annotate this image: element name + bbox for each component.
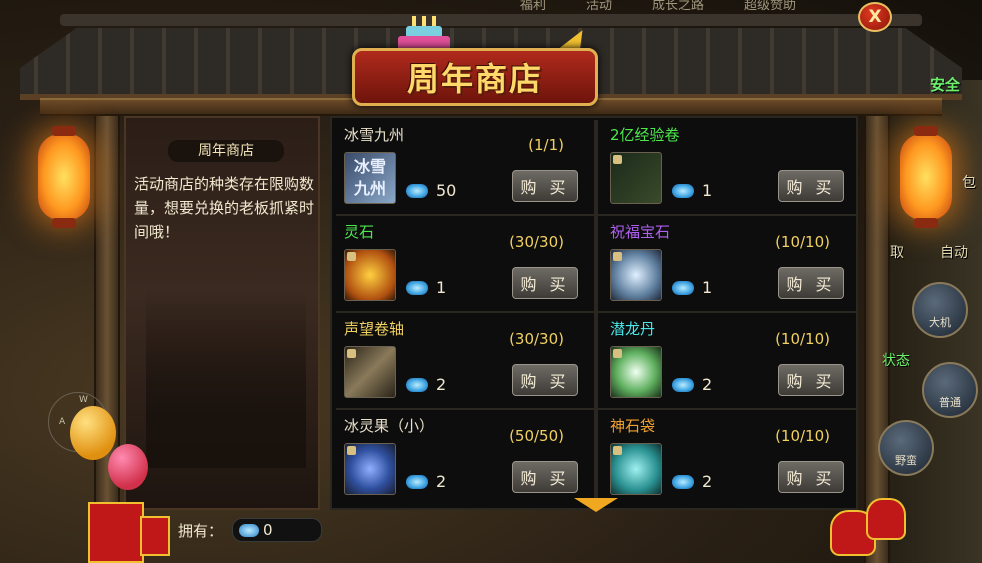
lucky-bag-icon	[866, 498, 906, 540]
hud-label-bag[interactable]: 包	[962, 172, 976, 192]
item-purchase-limit: (30/30)	[509, 330, 564, 348]
shop-item: 祝福宝石 (10/10) 1 购 买	[598, 215, 854, 309]
item-purchase-limit: (10/10)	[775, 233, 830, 251]
ice-snow-kingdom-icon[interactable]: 冰雪 九州	[344, 152, 396, 204]
buy-button[interactable]: 购 买	[512, 170, 578, 202]
lock-icon	[347, 446, 356, 455]
shop-item: 声望卷轴 (30/30) 2 购 买	[332, 312, 588, 406]
right-pillar	[864, 116, 890, 563]
item-name: 冰灵果（小）	[344, 417, 435, 435]
item-purchase-limit: (1/1)	[528, 136, 564, 154]
skill-button[interactable]: 大机	[912, 282, 968, 338]
owned-label: 拥有：	[178, 522, 224, 540]
item-name: 神石袋	[610, 417, 656, 435]
ice-crystal-icon	[672, 281, 694, 295]
item-name: 灵石	[344, 223, 375, 241]
item-price: 2	[436, 472, 447, 491]
item-name: 声望卷轴	[344, 320, 405, 338]
hud-label-status: 状态	[882, 353, 910, 369]
shop-item: 冰灵果（小） (50/50) 2 购 买	[332, 409, 588, 503]
shop-item: 冰雪九州 (1/1) 冰雪 九州 50 购 买	[332, 118, 588, 212]
title-banner: 周年商店	[352, 48, 598, 106]
skill-button[interactable]: 普通	[922, 362, 978, 418]
buy-button[interactable]: 购 买	[512, 364, 578, 396]
item-purchase-limit: (50/50)	[509, 427, 564, 445]
shop-item: 神石袋 (10/10) 2 购 买	[598, 409, 854, 503]
ruins-illustration	[146, 288, 306, 468]
skill-button[interactable]: 野蛮	[878, 420, 934, 476]
owned-currency-box: 0	[232, 518, 322, 542]
shop-item: 潜龙丹 (10/10) 2 购 买	[598, 312, 854, 406]
item-name: 潜龙丹	[610, 320, 656, 338]
ice-crystal-icon	[672, 378, 694, 392]
left-lantern-icon	[38, 126, 90, 228]
item-price: 1	[702, 278, 713, 297]
lock-icon	[613, 349, 622, 358]
shop-item-grid: 冰雪九州 (1/1) 冰雪 九州 50 购 买 2亿经验卷 1 购 买 灵石 (3…	[330, 116, 858, 512]
ice-crystal-icon	[672, 184, 694, 198]
info-panel-title: 周年商店	[168, 140, 284, 162]
balloon-icon	[70, 406, 116, 460]
lock-icon	[347, 349, 356, 358]
lock-icon	[613, 155, 622, 164]
ice-crystal-icon	[239, 524, 259, 537]
buy-button[interactable]: 购 买	[778, 364, 844, 396]
right-lantern-icon	[900, 126, 952, 228]
page-title: 周年商店	[406, 60, 543, 98]
info-panel-description: 活动商店的种类存在限购数量，想要兑换的老板抓紧时间哦！	[134, 175, 315, 241]
item-price: 50	[436, 181, 457, 200]
compass-a: A	[59, 417, 66, 427]
item-name: 2亿经验卷	[610, 126, 680, 144]
item-purchase-limit: (30/30)	[509, 233, 564, 251]
ice-crystal-icon	[406, 475, 428, 489]
ice-crystal-icon	[406, 281, 428, 295]
gift-box-icon	[88, 502, 144, 563]
ice-spirit-fruit-icon[interactable]	[344, 443, 396, 495]
ice-crystal-icon	[406, 378, 428, 392]
buy-button[interactable]: 购 买	[778, 170, 844, 202]
buy-button[interactable]: 购 买	[778, 461, 844, 493]
scroll-down-icon[interactable]	[574, 498, 618, 512]
lock-icon	[613, 252, 622, 261]
item-price: 1	[702, 181, 713, 200]
lock-icon	[613, 446, 622, 455]
safe-zone-status: 安全	[930, 76, 961, 94]
birthday-cake-icon	[398, 16, 450, 52]
item-price: 2	[436, 375, 447, 394]
hud-label-auto[interactable]: 自动	[940, 242, 968, 262]
shop-item: 2亿经验卷 1 购 买	[598, 118, 854, 212]
shop-info-panel: 周年商店 活动商店的种类存在限购数量，想要兑换的老板抓紧时间哦！	[124, 116, 320, 510]
gift-box-icon	[140, 516, 170, 556]
left-pillar	[94, 116, 120, 563]
buy-button[interactable]: 购 买	[512, 267, 578, 299]
buy-button[interactable]: 购 买	[512, 461, 578, 493]
close-button[interactable]: X	[858, 2, 892, 32]
spirit-stone-icon[interactable]	[344, 249, 396, 301]
owned-value: 0	[263, 521, 273, 539]
ice-crystal-icon	[406, 184, 428, 198]
shop-item: 灵石 (30/30) 1 购 买	[332, 215, 588, 309]
roof-ridge	[60, 14, 922, 26]
item-purchase-limit: (10/10)	[775, 330, 830, 348]
divine-stone-bag-icon[interactable]	[610, 443, 662, 495]
item-price: 2	[702, 375, 713, 394]
item-purchase-limit: (10/10)	[775, 427, 830, 445]
balloon-icon	[108, 444, 148, 490]
hud-label-pickup[interactable]: 取	[890, 242, 904, 262]
reputation-scroll-icon[interactable]	[344, 346, 396, 398]
item-price: 1	[436, 278, 447, 297]
lock-icon	[347, 252, 356, 261]
item-name: 祝福宝石	[610, 223, 671, 241]
ice-crystal-icon	[672, 475, 694, 489]
compass-w: W	[79, 395, 88, 405]
buy-button[interactable]: 购 买	[778, 267, 844, 299]
item-price: 2	[702, 472, 713, 491]
hidden-dragon-pill-icon[interactable]	[610, 346, 662, 398]
item-name: 冰雪九州	[344, 126, 405, 144]
experience-scroll-icon[interactable]	[610, 152, 662, 204]
blessing-gem-icon[interactable]	[610, 249, 662, 301]
